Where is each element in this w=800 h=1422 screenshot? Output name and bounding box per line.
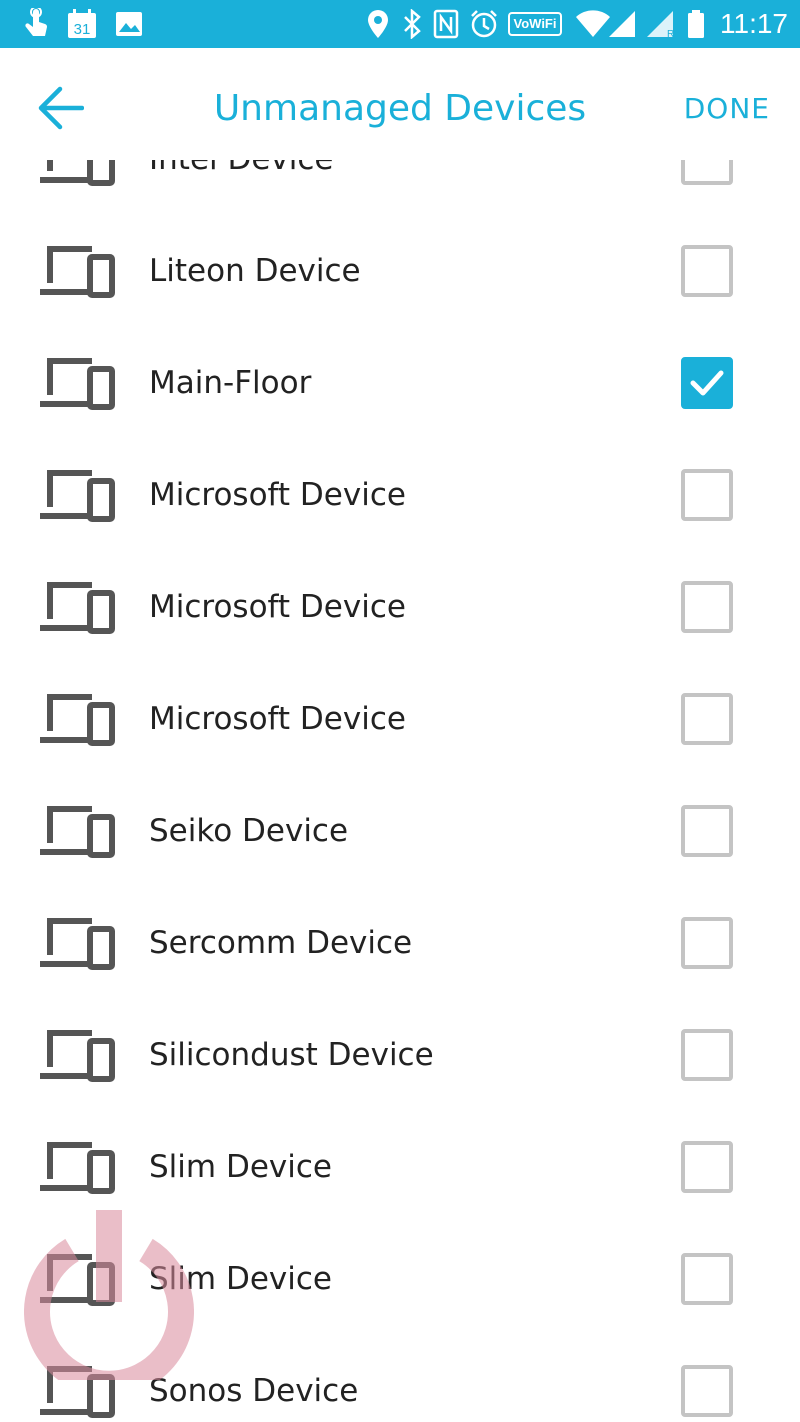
- device-label: Liteon Device: [149, 253, 361, 289]
- vowifi-label: VoWiFi: [507, 12, 563, 36]
- signal-icon: [606, 0, 638, 48]
- device-list-item[interactable]: Microsoft Device: [0, 551, 800, 663]
- device-checkbox[interactable]: [681, 805, 733, 857]
- device-checkbox[interactable]: [681, 1253, 733, 1305]
- device-label: Microsoft Device: [149, 477, 406, 513]
- device-checkbox[interactable]: [681, 1141, 733, 1193]
- device-label: Slim Device: [149, 1149, 332, 1185]
- device-checkbox[interactable]: [681, 917, 733, 969]
- device-list-item[interactable]: Silicondust Device: [0, 999, 800, 1111]
- app-bar: Unmanaged Devices DONE: [0, 48, 800, 160]
- device-checkbox[interactable]: [681, 581, 733, 633]
- device-list-item[interactable]: Intel Device: [0, 160, 800, 215]
- device-list-item[interactable]: Seiko Device: [0, 775, 800, 887]
- device-icon: [40, 470, 115, 522]
- device-checkbox[interactable]: [681, 245, 733, 297]
- checkmark-icon: [690, 370, 724, 396]
- device-list-item[interactable]: Slim Device: [0, 1223, 800, 1335]
- device-label: Intel Device: [149, 160, 334, 215]
- device-icon: [40, 806, 115, 858]
- device-checkbox[interactable]: [681, 1365, 733, 1417]
- device-list-item[interactable]: Main-Floor: [0, 327, 800, 439]
- location-icon: [366, 0, 390, 48]
- device-label: Microsoft Device: [149, 701, 406, 737]
- device-label: Silicondust Device: [149, 1037, 434, 1073]
- device-checkbox[interactable]: [681, 693, 733, 745]
- device-label: Main-Floor: [149, 365, 312, 401]
- device-checkbox-checked[interactable]: [681, 357, 733, 409]
- device-list[interactable]: Intel Device Liteon Device Main-Floor: [0, 160, 800, 1422]
- device-icon: [40, 246, 115, 298]
- vowifi-icon: VoWiFi: [507, 0, 563, 48]
- device-checkbox[interactable]: [681, 160, 733, 185]
- bluetooth-icon: [400, 0, 424, 48]
- done-button[interactable]: DONE: [684, 92, 770, 125]
- battery-icon: [684, 0, 708, 48]
- device-icon: [40, 1254, 115, 1306]
- device-label: Microsoft Device: [149, 589, 406, 625]
- device-icon: [40, 582, 115, 634]
- device-list-item[interactable]: Sonos Device: [0, 1335, 800, 1422]
- device-list-item[interactable]: Liteon Device: [0, 215, 800, 327]
- status-time: 11:17: [720, 8, 788, 39]
- device-checkbox[interactable]: [681, 1029, 733, 1081]
- device-list-item[interactable]: Slim Device: [0, 1111, 800, 1223]
- device-label: Slim Device: [149, 1261, 332, 1297]
- device-icon: [40, 160, 115, 186]
- device-icon: [40, 358, 115, 410]
- device-icon: [40, 1142, 115, 1194]
- signal-roaming-icon: R: [644, 0, 676, 48]
- device-list-item[interactable]: Microsoft Device: [0, 663, 800, 775]
- calendar-day: 31: [74, 21, 91, 38]
- device-label: Sonos Device: [149, 1373, 359, 1409]
- nfc-icon: [432, 0, 460, 48]
- device-icon: [40, 1030, 115, 1082]
- image-icon: [112, 0, 146, 48]
- touch-icon: [20, 0, 54, 48]
- device-icon: [40, 918, 115, 970]
- device-list-item[interactable]: Sercomm Device: [0, 887, 800, 999]
- page-title: Unmanaged Devices: [213, 88, 587, 129]
- device-list-content: Intel Device Liteon Device Main-Floor: [0, 160, 800, 1422]
- device-checkbox[interactable]: [681, 469, 733, 521]
- svg-text:R: R: [667, 29, 674, 39]
- device-label: Seiko Device: [149, 813, 349, 849]
- device-list-item[interactable]: Microsoft Device: [0, 439, 800, 551]
- alarm-icon: [468, 0, 500, 48]
- calendar-icon: 31: [64, 0, 100, 48]
- device-label: Sercomm Device: [149, 925, 413, 961]
- device-icon: [40, 694, 115, 746]
- status-bar: 31 VoWiFi R 11:17: [0, 0, 800, 48]
- device-icon: [40, 1366, 115, 1418]
